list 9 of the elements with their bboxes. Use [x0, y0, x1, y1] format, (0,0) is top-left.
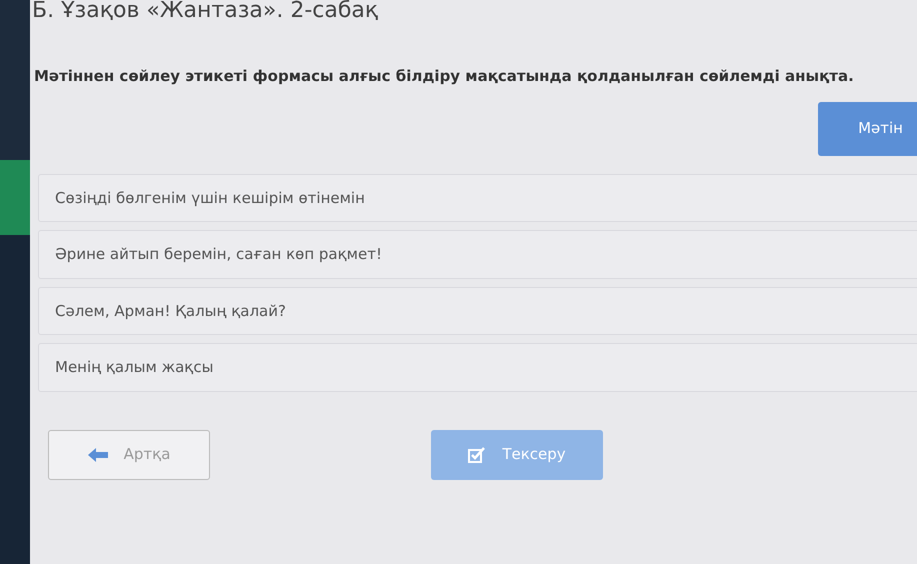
text-button[interactable]: Мәтін	[818, 102, 917, 156]
answer-option[interactable]: Сөзіңді бөлгенім үшін кешірім өтінемін	[38, 174, 917, 222]
lesson-title: Б. Ұзақов «Жантаза». 2-сабақ	[32, 0, 380, 25]
answer-option[interactable]: Әрине айтып беремін, саған көп рақмет!	[38, 230, 917, 278]
answer-option[interactable]: Сәлем, Арман! Қалың қалай?	[38, 286, 917, 335]
left-arrow-icon	[88, 448, 108, 462]
question-text: Мәтіннен сөйлеу этикеті формасы алғыс білдіру мақсатында қолданылған сөйлемді анықта.	[34, 66, 855, 87]
checkbox-icon	[468, 446, 486, 462]
answer-option[interactable]: Менің қалым жақсы	[38, 343, 917, 392]
